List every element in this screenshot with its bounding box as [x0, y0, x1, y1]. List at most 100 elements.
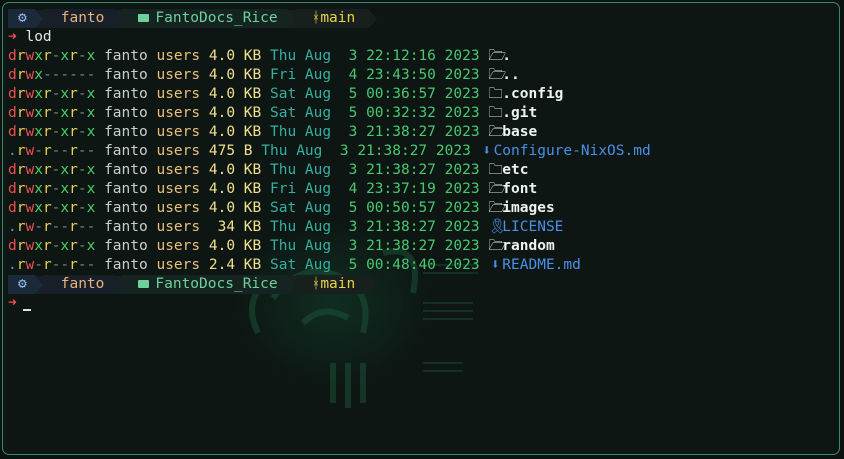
- file-name[interactable]: font: [502, 181, 537, 197]
- folder-open-icon: 🗁: [488, 67, 507, 83]
- date-day: Fri: [269, 181, 297, 197]
- list-item: .rw-r--r-- fanto users 475 B Thu Aug 3 2…: [8, 142, 651, 161]
- folder-config-icon: 🗀: [488, 162, 503, 178]
- markdown-file-icon: ⬇: [490, 257, 500, 273]
- file-name[interactable]: Configure-NixOS.md: [494, 143, 651, 159]
- permissions: .rw-r--r--: [8, 257, 96, 273]
- date-year: 2023: [444, 162, 480, 178]
- prompt-arrow-icon: ➜: [8, 295, 17, 311]
- file-size: 4.0 KB: [208, 124, 262, 140]
- date-year: 2023: [435, 143, 471, 159]
- date-month: Aug: [304, 238, 332, 254]
- date-time: 23:37:19: [366, 181, 436, 197]
- date-day: Sat: [269, 257, 297, 273]
- date-time: 22:12:16: [366, 48, 436, 64]
- permissions: .rw-r--r--: [8, 143, 96, 159]
- folder-open-icon: 🗁: [488, 181, 507, 197]
- file-name[interactable]: ..: [502, 67, 519, 83]
- date-year: 2023: [444, 105, 480, 121]
- terminal-window[interactable]: ⚙ fanto FantoDocs_Rice ᚼmain ➜ lod drwxr…: [2, 2, 840, 455]
- date-year: 2023: [444, 86, 480, 102]
- group: users: [156, 124, 201, 140]
- owner: fanto: [104, 143, 148, 159]
- owner: fanto: [104, 105, 148, 121]
- prompt-arrow-icon: ➜: [8, 29, 17, 45]
- prompt-line: ⚙ fanto FantoDocs_Rice ᚼmain: [8, 9, 378, 28]
- group: users: [156, 48, 201, 64]
- command-line: ➜ lod: [8, 28, 52, 47]
- group: users: [156, 257, 201, 273]
- file-name[interactable]: LICENSE: [502, 219, 563, 235]
- date-day: Thu: [269, 238, 297, 254]
- date-month: Aug: [296, 143, 323, 159]
- date-month: Aug: [304, 86, 332, 102]
- date-year: 2023: [444, 181, 480, 197]
- file-size: 2.4 KB: [208, 257, 262, 273]
- list-item: drwxr-xr-x fanto users 4.0 KB Thu Aug 3 …: [8, 237, 555, 256]
- gear-icon: ⚙: [8, 9, 35, 28]
- date-time: 21:38:27: [357, 143, 428, 159]
- prompt-git-branch: ᚼmain: [295, 9, 370, 28]
- file-size: 4.0 KB: [208, 86, 262, 102]
- file-size: 4.0 KB: [208, 48, 262, 64]
- date-month: Aug: [304, 200, 332, 216]
- file-name[interactable]: README.md: [502, 257, 581, 273]
- owner: fanto: [104, 124, 148, 140]
- date-day: Thu: [269, 219, 297, 235]
- date-day: Thu: [269, 162, 297, 178]
- permissions: drwxr-xr-x: [8, 86, 96, 102]
- date-dd: 3: [339, 238, 358, 254]
- list-item: drwxr-xr-x fanto users 4.0 KB Thu Aug 3 …: [8, 47, 511, 66]
- date-time: 21:38:27: [366, 162, 436, 178]
- date-dd: 3: [339, 48, 358, 64]
- date-day: Thu: [261, 143, 288, 159]
- gear-icon: ⚙: [8, 275, 35, 294]
- group: users: [156, 105, 201, 121]
- date-month: Aug: [304, 48, 332, 64]
- prompt-directory: FantoDocs_Rice: [122, 9, 288, 28]
- permissions: drwxr-xr-x: [8, 162, 96, 178]
- file-name[interactable]: etc: [502, 162, 528, 178]
- date-month: Aug: [304, 219, 332, 235]
- list-item: drwxr-xr-x fanto users 4.0 KB Sat Aug 5 …: [8, 199, 555, 218]
- prompt-git-branch: ᚼmain: [295, 275, 370, 294]
- date-dd: 3: [339, 219, 358, 235]
- file-name[interactable]: .config: [502, 86, 563, 102]
- group: users: [156, 162, 201, 178]
- file-size: 4.0 KB: [208, 181, 262, 197]
- file-name[interactable]: images: [502, 200, 554, 216]
- file-size: 4.0 KB: [208, 238, 262, 254]
- permissions: .rw-r--r--: [8, 219, 96, 235]
- owner: fanto: [104, 162, 148, 178]
- permissions: drwxr-xr-x: [8, 48, 96, 64]
- date-dd: 5: [339, 257, 358, 273]
- folder-git-icon: 🗀: [488, 105, 503, 121]
- date-year: 2023: [444, 48, 480, 64]
- date-dd: 4: [339, 67, 358, 83]
- owner: fanto: [104, 86, 148, 102]
- folder-icon: [138, 280, 150, 288]
- prompt-directory: FantoDocs_Rice: [122, 275, 288, 294]
- date-dd: 3: [339, 162, 358, 178]
- date-dd: 5: [339, 200, 358, 216]
- input-line[interactable]: ➜: [8, 294, 31, 313]
- owner: fanto: [104, 67, 148, 83]
- date-month: Aug: [304, 67, 332, 83]
- file-name[interactable]: base: [502, 124, 537, 140]
- permissions: drwxr-xr-x: [8, 124, 96, 140]
- license-icon: 🎗: [488, 219, 507, 235]
- prompt-user: fanto: [42, 275, 115, 294]
- file-name[interactable]: .: [502, 48, 511, 64]
- file-name[interactable]: random: [502, 238, 554, 254]
- list-item: drwxr-xr-x fanto users 4.0 KB Thu Aug 3 …: [8, 123, 537, 142]
- file-size: 4.0 KB: [208, 200, 262, 216]
- date-year: 2023: [444, 200, 480, 216]
- date-month: Aug: [304, 181, 332, 197]
- date-time: 00:50:57: [366, 200, 436, 216]
- folder-open-icon: 🗁: [488, 200, 507, 216]
- file-name[interactable]: .git: [502, 105, 537, 121]
- prompt-user: fanto: [42, 9, 115, 28]
- group: users: [156, 181, 201, 197]
- group: users: [156, 238, 201, 254]
- list-item: drwxr-xr-x fanto users 4.0 KB Thu Aug 3 …: [8, 161, 529, 180]
